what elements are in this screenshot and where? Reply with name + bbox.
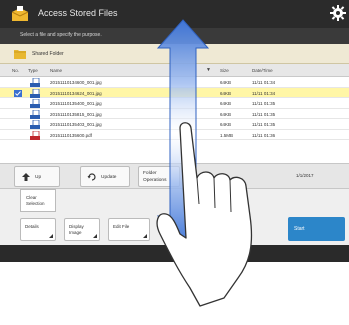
update-button-label: Update (101, 175, 117, 180)
file-date: 11/11 01:35 (252, 101, 276, 106)
file-list: 20151110134600_001.jpg 64KB 11/11 01:34 … (0, 77, 349, 163)
folder-path-bar[interactable]: Shared Folder (0, 44, 349, 64)
column-header-type[interactable]: Type (28, 68, 38, 73)
page-counter: 1/1/2017 (296, 173, 314, 178)
instruction-text: Select a file and specify the purpose. (20, 32, 102, 38)
up-button[interactable]: Up (14, 166, 60, 187)
file-icon (30, 78, 40, 87)
display-image-button[interactable]: Display Image (64, 218, 100, 241)
file-box-icon (11, 6, 29, 21)
edit-file-label: Edit File (113, 224, 130, 229)
folder-operations-button[interactable]: Folder Operations (138, 166, 180, 187)
file-list-header: No. Type Name ▼ Size Date/Time (0, 64, 349, 77)
selected-check-icon (14, 89, 22, 97)
details-button[interactable]: Details (20, 218, 56, 241)
file-name: 20151110134600_001.jpg (50, 80, 102, 85)
instruction-bar: Select a file and specify the purpose. (0, 28, 349, 44)
column-header-size[interactable]: Size (220, 68, 229, 73)
column-header-name[interactable]: Name (50, 68, 62, 73)
file-date: 11/11 01:34 (252, 90, 276, 96)
update-button[interactable]: Update (80, 166, 130, 187)
folder-operations-label-line1: Folder (143, 171, 157, 176)
refresh-icon (87, 173, 96, 181)
up-arrow-icon (22, 173, 30, 181)
corner-arrow-icon (49, 234, 53, 238)
details-label: Details (25, 224, 39, 229)
file-size: 64KB (220, 101, 232, 106)
folder-icon (14, 50, 26, 59)
file-row[interactable]: 20151110135403_001.jpg 64KB 11/11 01:35 (0, 119, 349, 130)
file-icon (30, 88, 40, 98)
file-size: 64KB (220, 80, 232, 85)
folder-name: Shared Folder (32, 51, 64, 57)
stage: Access Stored Files Select a file and sp… (0, 0, 349, 325)
file-row-selected[interactable]: 20151110134624_001.jpg 64KB 11/11 01:34 (0, 87, 349, 98)
title-bar: Access Stored Files (0, 0, 349, 28)
file-name: 20151110135403_001.jpg (50, 122, 102, 127)
sort-indicator-icon: ▼ (206, 67, 211, 73)
file-name: 20151110134624_001.jpg (50, 90, 102, 96)
file-size: 64KB (220, 90, 232, 96)
file-row[interactable]: 20151110135815_001.jpg 64KB 11/11 01:35 (0, 109, 349, 119)
file-size: 1.5MB (220, 132, 234, 138)
clear-selection-label-line2: Selection (26, 201, 45, 206)
file-row[interactable]: 20151110135600.pdf 1.5MB 11/11 01:36 (0, 130, 349, 140)
folder-operations-label-line2: Operations (143, 178, 167, 183)
display-image-label-line2: Image (69, 230, 82, 235)
corner-arrow-icon (93, 234, 97, 238)
window-title: Access Stored Files (38, 8, 118, 18)
clear-selection-button[interactable]: Clear Selection (20, 189, 56, 212)
edit-file-button[interactable]: Edit File (108, 218, 150, 241)
file-date: 11/11 01:34 (252, 80, 276, 85)
selection-options: Clear Selection (0, 189, 349, 215)
file-date: 11/11 01:36 (252, 132, 276, 138)
file-date: 11/11 01:35 (252, 111, 276, 117)
gear-icon[interactable] (329, 4, 347, 22)
corner-arrow-icon (143, 234, 147, 238)
file-date: 11/11 01:35 (252, 122, 276, 127)
file-name: 20151110135400_001.jpg (50, 101, 102, 106)
file-size: 64KB (220, 122, 232, 127)
up-button-label: Up (35, 175, 42, 180)
device-screen: Access Stored Files Select a file and sp… (0, 0, 349, 262)
file-size: 64KB (220, 111, 232, 117)
start-button-label: Start (294, 226, 305, 232)
start-button[interactable]: Start (288, 217, 345, 241)
file-toolbar: Up Update Folder Operations 1/1/2017 (0, 163, 349, 189)
file-icon (30, 99, 40, 108)
file-name: 20151110135815_001.jpg (50, 111, 102, 117)
status-bar (0, 245, 349, 262)
file-icon (30, 109, 40, 119)
file-name: 20151110135600.pdf (50, 132, 92, 138)
file-icon (30, 120, 40, 129)
column-header-date[interactable]: Date/Time (252, 68, 273, 73)
file-row[interactable]: 20151110134600_001.jpg 64KB 11/11 01:34 (0, 77, 349, 88)
file-row[interactable]: 20151110135400_001.jpg 64KB 11/11 01:35 (0, 98, 349, 109)
pdf-file-icon (30, 130, 40, 140)
column-header-number[interactable]: No. (12, 68, 19, 73)
